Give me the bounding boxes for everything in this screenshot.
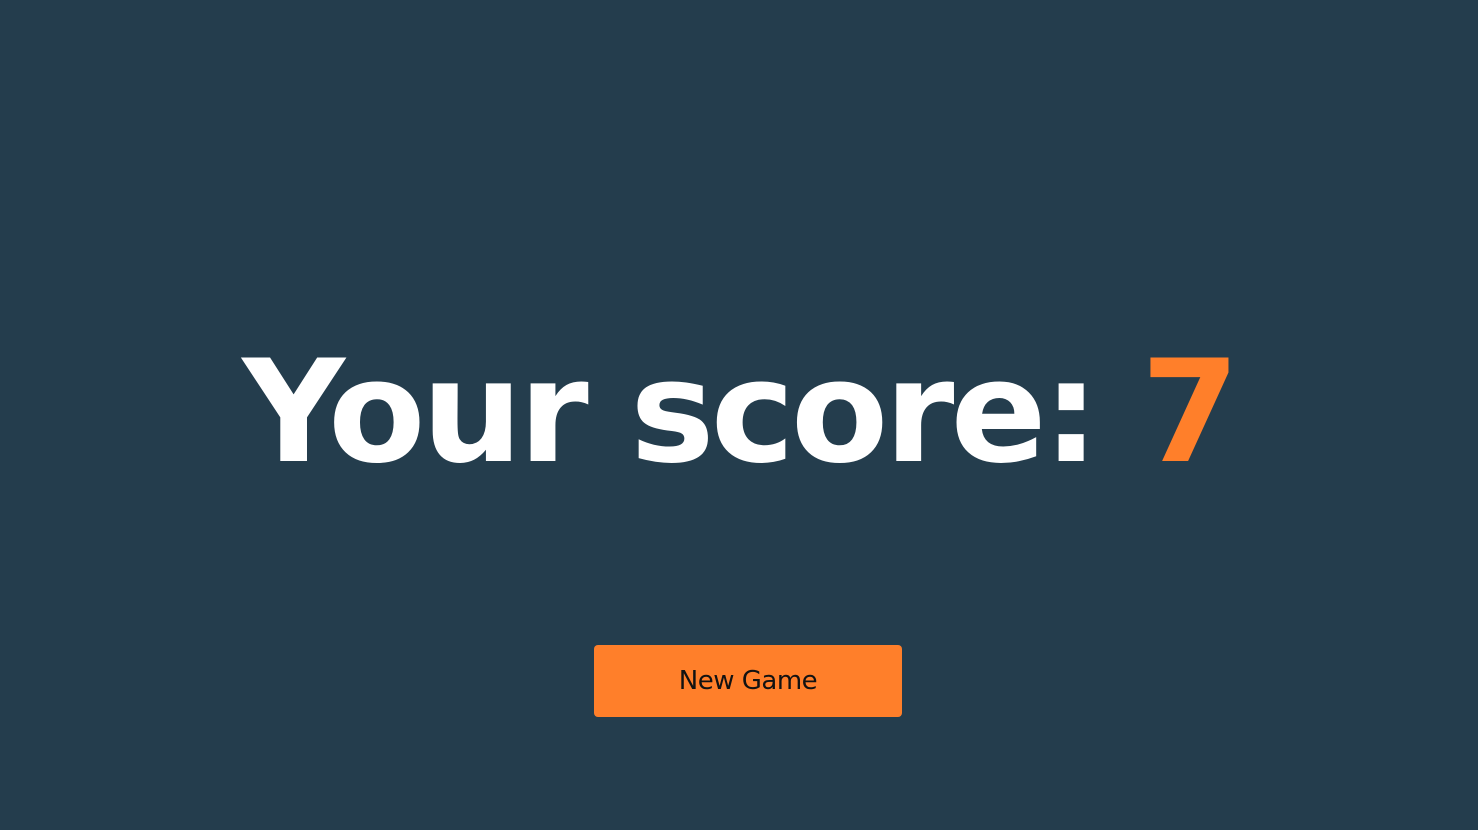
score-heading: Your score: 7	[0, 318, 1478, 508]
score-label: Your score:	[242, 330, 1141, 495]
new-game-button[interactable]: New Game	[594, 645, 902, 717]
game-over-screen: { "colors": { "background": "#243d4d", "…	[0, 0, 1478, 830]
score-value: 7	[1140, 330, 1240, 495]
